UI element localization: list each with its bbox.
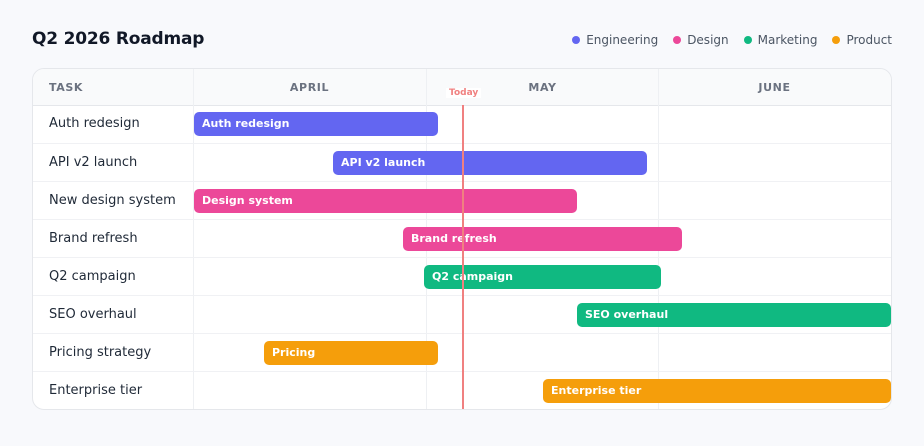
legend-item-design: Design — [673, 33, 729, 47]
task-label: Auth redesign — [49, 116, 140, 131]
task-bar-enterprise-tier[interactable]: Enterprise tier — [543, 379, 891, 403]
task-bar-seo-overhaul[interactable]: SEO overhaul — [577, 303, 891, 327]
today-label: Today — [446, 88, 482, 98]
page-title: Q2 2026 Roadmap — [32, 29, 205, 49]
task-bar-design-system[interactable]: Design system — [194, 189, 577, 213]
legend-label: Design — [687, 33, 729, 47]
today-marker — [462, 105, 464, 409]
task-label: New design system — [49, 193, 176, 208]
task-label: Enterprise tier — [49, 383, 143, 398]
task-bar-auth-redesign[interactable]: Auth redesign — [194, 112, 438, 136]
task-label: SEO overhaul — [49, 307, 137, 322]
column-header-june: JUNE — [758, 81, 791, 94]
task-bar-pricing[interactable]: Pricing — [264, 341, 438, 365]
legend: Engineering Design Marketing Product — [572, 33, 892, 47]
task-label: Brand refresh — [49, 231, 138, 246]
task-bar-brand-refresh[interactable]: Brand refresh — [403, 227, 682, 251]
legend-dot-icon — [743, 36, 752, 44]
task-bar-q2-campaign[interactable]: Q2 campaign — [424, 265, 661, 289]
legend-dot-icon — [832, 36, 841, 44]
legend-label: Engineering — [586, 33, 659, 47]
task-label: API v2 launch — [49, 155, 138, 170]
column-header-may: MAY — [528, 81, 557, 94]
column-header-task: TASK — [49, 81, 84, 94]
gantt-chart: TASK APRIL MAY JUNE Auth redesign Auth r… — [32, 68, 892, 410]
legend-item-engineering: Engineering — [572, 33, 658, 47]
legend-item-product: Product — [832, 33, 892, 47]
column-header-april: APRIL — [289, 81, 330, 94]
task-label: Pricing strategy — [49, 345, 152, 360]
legend-dot-icon — [572, 36, 581, 44]
legend-label: Product — [846, 33, 892, 47]
legend-dot-icon — [673, 36, 682, 44]
task-bar-api-v2-launch[interactable]: API v2 launch — [333, 151, 647, 175]
task-label: Q2 campaign — [49, 269, 136, 284]
legend-label: Marketing — [757, 33, 818, 47]
legend-item-marketing: Marketing — [743, 33, 818, 47]
